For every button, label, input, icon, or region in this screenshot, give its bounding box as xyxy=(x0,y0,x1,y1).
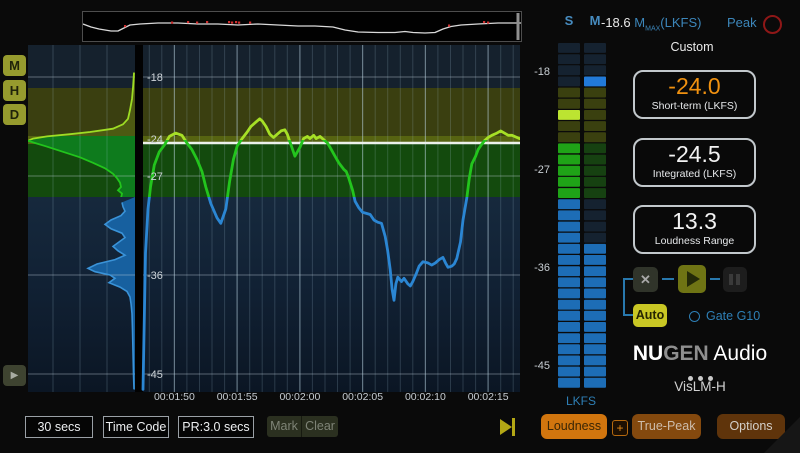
reset-button[interactable]: ✕ xyxy=(633,267,658,292)
preset-name: Custom xyxy=(647,40,737,54)
loudness-range-label: Loudness Range xyxy=(635,235,754,247)
loudness-range-readout[interactable]: 13.3 Loudness Range xyxy=(633,205,756,254)
mmax-m: M xyxy=(634,15,645,30)
view-mode-h-button[interactable]: H xyxy=(3,80,26,101)
skip-to-end-icon xyxy=(512,418,515,436)
clear-button[interactable]: Clear xyxy=(302,416,338,437)
practical-range-selector[interactable]: PR:3.0 secs xyxy=(178,416,254,438)
mmax-value: -18.6 xyxy=(601,15,631,30)
view-mode-d-button[interactable]: D xyxy=(3,104,26,125)
logo-nu: NU xyxy=(633,342,663,365)
tab-options[interactable]: Options xyxy=(717,414,785,439)
mmax-units: (LKFS) xyxy=(660,15,701,30)
time-tick-label: 00:02:10 xyxy=(394,391,456,403)
meter-scale-label: -18 xyxy=(520,66,550,78)
time-tick-label: 00:02:00 xyxy=(269,391,331,403)
auto-link-line xyxy=(623,278,625,316)
loudness-history-graph[interactable]: -18 -24 -27 -36 -45 xyxy=(28,45,520,392)
loudness-range-value: 13.3 xyxy=(635,208,754,235)
pause-icon xyxy=(736,274,740,285)
meter-scale-label: -45 xyxy=(520,360,550,372)
svg-text:-36: -36 xyxy=(147,270,163,282)
sm-loudness-meters xyxy=(552,40,610,390)
mark-button[interactable]: Mark xyxy=(267,416,302,437)
close-icon: ✕ xyxy=(640,272,651,287)
overview-waveform xyxy=(83,12,521,41)
skip-to-end-button[interactable] xyxy=(500,418,518,436)
integrated-value: -24.5 xyxy=(635,141,754,168)
view-mode-m-button[interactable]: M xyxy=(3,55,26,76)
play-arrow-icon: ▶ xyxy=(11,370,19,381)
auto-button[interactable]: Auto xyxy=(633,304,667,327)
history-window-selector[interactable]: 30 secs xyxy=(25,416,93,438)
short-term-label: Short-term (LKFS) xyxy=(635,100,754,112)
meter-scale-label: -27 xyxy=(520,164,550,176)
meter-units-label: LKFS xyxy=(552,394,610,408)
history-scroll-button[interactable]: ▶ xyxy=(3,365,26,386)
svg-text:-45: -45 xyxy=(147,369,163,381)
logo-audio: Audio xyxy=(709,342,767,365)
svg-text:-18: -18 xyxy=(147,72,163,84)
tab-loudness[interactable]: Loudness xyxy=(541,414,607,439)
short-term-value: -24.0 xyxy=(635,73,754,100)
vislm-window: M H D ▶ -18 -24 -27 -36 -45 00:01:5000:01:55… xyxy=(0,0,800,453)
connector-line xyxy=(710,278,720,280)
add-view-button[interactable]: + xyxy=(612,420,628,436)
short-term-readout[interactable]: -24.0 Short-term (LKFS) xyxy=(633,70,756,119)
gate-label: Gate G10 xyxy=(706,309,760,323)
gate-radio[interactable] xyxy=(689,311,700,322)
svg-text:-24: -24 xyxy=(147,134,163,146)
integrated-readout[interactable]: -24.5 Integrated (LKFS) xyxy=(633,138,756,187)
skip-to-end-icon xyxy=(500,419,512,435)
connector-line xyxy=(662,278,674,280)
s-meter-label: S xyxy=(558,13,580,28)
peak-label: Peak xyxy=(727,15,757,30)
mmax-readout: -18.6 MMAX(LKFS) xyxy=(601,15,701,31)
program-overview-strip[interactable] xyxy=(82,11,522,42)
integrated-label: Integrated (LKFS) xyxy=(635,168,754,180)
time-tick-label: 00:02:15 xyxy=(457,391,519,403)
timecode-mode-selector[interactable]: Time Code xyxy=(103,416,169,438)
auto-link-line xyxy=(623,314,633,316)
time-tick-label: 00:01:50 xyxy=(143,391,205,403)
pause-button[interactable] xyxy=(723,267,747,292)
play-icon xyxy=(687,271,700,287)
time-tick-label: 00:01:55 xyxy=(206,391,268,403)
logo-gen: GEN xyxy=(663,342,709,365)
tab-true-peak[interactable]: True-Peak xyxy=(632,414,701,439)
pause-icon xyxy=(729,274,733,285)
product-name: VisLM-H xyxy=(620,379,780,394)
play-button[interactable] xyxy=(678,265,706,293)
meter-scale-label: -36 xyxy=(520,262,550,274)
svg-text:-27: -27 xyxy=(147,171,163,183)
mmax-sub: MAX xyxy=(645,26,660,33)
nugen-audio-logo: NUGEN Audio xyxy=(620,342,780,366)
peak-indicator-light[interactable] xyxy=(763,15,782,34)
time-tick-label: 00:02:05 xyxy=(332,391,394,403)
